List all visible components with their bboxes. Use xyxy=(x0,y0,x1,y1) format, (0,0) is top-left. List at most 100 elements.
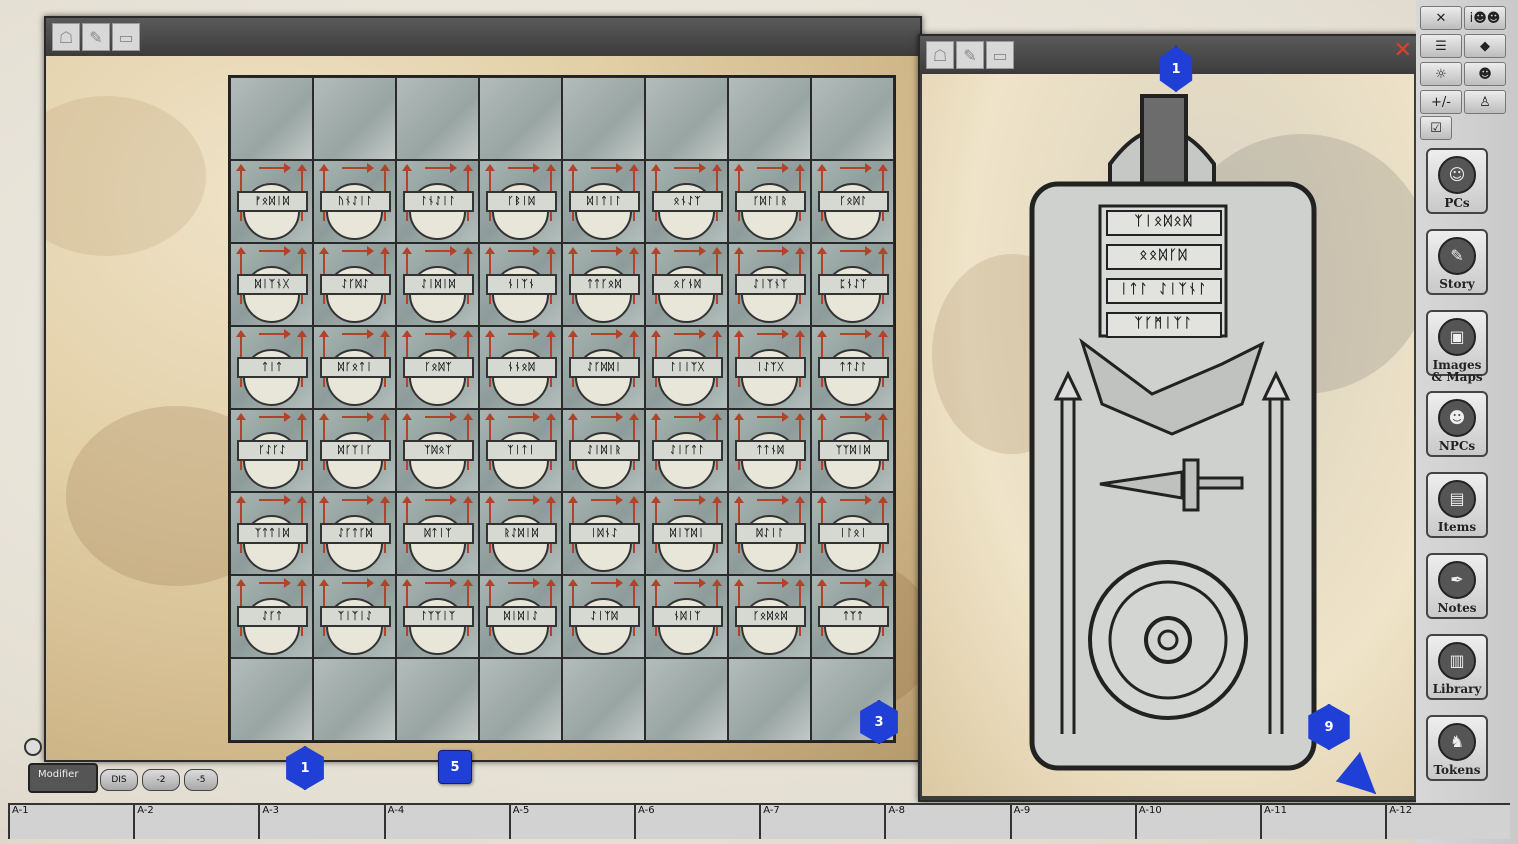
blank-tile[interactable] xyxy=(562,658,645,741)
hotkey-slot[interactable]: A-3 xyxy=(258,805,383,839)
sidebar-button-library[interactable]: ▥ Library xyxy=(1426,634,1488,700)
sidebar-button-pcs[interactable]: ☺ PCs xyxy=(1426,148,1488,214)
sidebar-button-tokens[interactable]: ♞ Tokens xyxy=(1426,715,1488,781)
sidebar-button-images-maps[interactable]: ▣ Images & Maps xyxy=(1426,310,1488,383)
rune-tile[interactable]: ᛏᛏᚴᛟᛞ xyxy=(562,243,645,326)
window-toolbar[interactable]: ☖ ✎ ▭ xyxy=(46,18,920,54)
rune-tile[interactable]: ᛚᚾᛇᛁᛚ xyxy=(396,160,479,243)
hotkey-slot[interactable]: A-5 xyxy=(508,805,634,839)
hotkey-slot[interactable]: A-6 xyxy=(634,805,759,839)
hotkey-slot[interactable]: A-11 xyxy=(1260,805,1385,839)
check-icon[interactable]: ☑ xyxy=(1420,116,1452,140)
hotkey-slot[interactable]: A-9 xyxy=(1009,805,1135,839)
eraser-icon[interactable]: ▭ xyxy=(986,41,1014,69)
rune-tile[interactable]: ᛏᛉᛏ xyxy=(811,575,894,658)
hotkey-slot[interactable]: A-10 xyxy=(1134,805,1260,839)
rune-tile[interactable]: ᛇᛁᛞᛁᛞ xyxy=(396,243,479,326)
pencil-icon[interactable]: ✎ xyxy=(956,41,984,69)
blank-tile[interactable] xyxy=(728,77,811,160)
token-icon[interactable]: ◆ xyxy=(1464,34,1506,58)
rune-tile[interactable]: ᚴᛇᚴᛇ xyxy=(230,409,313,492)
rune-tile[interactable]: ᛇᛁᛉᛞ xyxy=(562,575,645,658)
rune-tile[interactable]: ᚴᛟᛞᛚ xyxy=(811,160,894,243)
rune-tile[interactable]: ᚴᛟᛞᛉ xyxy=(396,326,479,409)
close-icon[interactable]: ✕ xyxy=(1394,38,1412,63)
list-icon[interactable]: ☰ xyxy=(1420,34,1462,58)
hotkey-slot[interactable]: A-7 xyxy=(759,805,884,839)
rune-tile[interactable]: ᛉᛞᛟᛉ xyxy=(396,409,479,492)
rune-tile[interactable]: ᛞᛇᛁᛚ xyxy=(728,492,811,575)
rune-tile[interactable]: ᛇᚴᛏ xyxy=(230,575,313,658)
blank-tile[interactable] xyxy=(645,77,728,160)
rune-tile[interactable]: ᛏᛏᚾᛞ xyxy=(728,409,811,492)
blank-tile[interactable] xyxy=(396,77,479,160)
rune-tile[interactable]: ᛇᛁᚴᛏᛚ xyxy=(645,409,728,492)
blank-tile[interactable] xyxy=(396,658,479,741)
rune-tile[interactable]: ᚱᛇᛞᛁᛞ xyxy=(479,492,562,575)
mask-icon[interactable]: ☻ xyxy=(1464,62,1506,86)
rune-tile[interactable]: ᛇᚴᛏᚴᛞ xyxy=(313,492,396,575)
hotkey-slot[interactable]: A-4 xyxy=(383,805,509,839)
rune-tile[interactable]: ᛞᛁᛉᛞᛁ xyxy=(645,492,728,575)
blank-tile[interactable] xyxy=(645,658,728,741)
party-icon[interactable]: i ☻☻ xyxy=(1464,6,1506,30)
sidebar-button-items[interactable]: ▤ Items xyxy=(1426,472,1488,538)
minus-5-button[interactable]: -5 xyxy=(184,769,218,791)
minus-2-button[interactable]: -2 xyxy=(142,769,180,791)
rune-tile[interactable]: ᛞᛁᛉᚾᚷ xyxy=(230,243,313,326)
rune-tile[interactable]: ᛞᛏᛁᛉ xyxy=(396,492,479,575)
rune-tile[interactable]: ᚢᚾᛇᛁᛚ xyxy=(313,160,396,243)
rune-tile[interactable]: ᛚᛁᛁᛉᚷ xyxy=(645,326,728,409)
blank-tile[interactable] xyxy=(230,77,313,160)
settings-icon[interactable] xyxy=(24,738,42,756)
rune-tile[interactable]: ᛏᛏᛇᛚ xyxy=(811,326,894,409)
dice-icon[interactable]: ✕ xyxy=(1420,6,1462,30)
rune-tile[interactable]: ᛚᛉᛉᛁᛉ xyxy=(396,575,479,658)
rune-tile[interactable]: ᛁᛚᛟᛁ xyxy=(811,492,894,575)
rune-tile[interactable]: ᛁᛞᚾᛇ xyxy=(562,492,645,575)
mask-icon[interactable]: ☖ xyxy=(926,41,954,69)
eraser-icon[interactable]: ▭ xyxy=(112,23,140,51)
modifier-box[interactable]: Modifier xyxy=(28,763,98,793)
rune-tile[interactable]: ᛇᛁᛞᛁᚱ xyxy=(562,409,645,492)
rune-tile[interactable]: ᚠᛟᛞᛁᛞ xyxy=(230,160,313,243)
rune-tile[interactable]: ᛟᚾᛇᛉ xyxy=(645,160,728,243)
blank-tile[interactable] xyxy=(479,77,562,160)
rune-tile[interactable]: ᛏᛁᛏ xyxy=(230,326,313,409)
sidebar-button-story[interactable]: ✎ Story xyxy=(1426,229,1488,295)
rune-tile[interactable]: ᛉᛁᛏᛁ xyxy=(479,409,562,492)
pencil-icon[interactable]: ✎ xyxy=(82,23,110,51)
blank-tile[interactable] xyxy=(811,77,894,160)
rune-tile[interactable]: ᛉᛉᛞᛁᛞ xyxy=(811,409,894,492)
hotkey-slot[interactable]: A-1 xyxy=(8,805,133,839)
rune-tile[interactable]: ᛞᛁᛏᛁᛚ xyxy=(562,160,645,243)
mask-icon[interactable]: ☖ xyxy=(52,23,80,51)
rune-tile[interactable]: ᛈᚾᛇᛉ xyxy=(811,243,894,326)
blank-tile[interactable] xyxy=(479,658,562,741)
rune-tile[interactable]: ᛇᚴᛞᛇ xyxy=(313,243,396,326)
rune-tile[interactable]: ᚴᛒᛁᛞ xyxy=(479,160,562,243)
rune-tile[interactable]: ᛞᛁᛞᛁᛇ xyxy=(479,575,562,658)
walk-icon[interactable]: ♙ xyxy=(1464,90,1506,114)
rune-tile[interactable]: ᚾᛞᛁᛉ xyxy=(645,575,728,658)
blank-tile[interactable] xyxy=(230,658,313,741)
sidebar-button-npcs[interactable]: ☻ NPCs xyxy=(1426,391,1488,457)
rune-tile[interactable]: ᛁᛇᛉᚷ xyxy=(728,326,811,409)
rune-tile[interactable]: ᛇᚴᛞᛞᛁ xyxy=(562,326,645,409)
sidebar-button-notes[interactable]: ✒ Notes xyxy=(1426,553,1488,619)
rune-tile[interactable]: ᛇᛁᛉᚾᛉ xyxy=(728,243,811,326)
rune-tile[interactable]: ᚴᛞᛚᛁᚱ xyxy=(728,160,811,243)
hotkey-slot[interactable]: A-12 xyxy=(1385,805,1510,839)
blank-tile[interactable] xyxy=(728,658,811,741)
blank-tile[interactable] xyxy=(562,77,645,160)
rune-tile[interactable]: ᚾᛁᛉᚾ xyxy=(479,243,562,326)
rune-tile[interactable]: ᛞᚴᛉᛁᚴ xyxy=(313,409,396,492)
lighting-icon[interactable]: ☼ xyxy=(1420,62,1462,86)
blank-tile[interactable] xyxy=(313,77,396,160)
rune-tile[interactable]: ᛉᛏᛏᛁᛞ xyxy=(230,492,313,575)
hotkey-slot[interactable]: A-2 xyxy=(133,805,258,839)
image-window-stele[interactable]: ☖ ✎ ▭ ✕ ᛉᛁᛟᛞᛟᛞ ᛟᛟᛞᚴᛞ ᛁᛏᛚ ᛇᛁᛉᚾᛚ ᛉᚴᛗᛁᛉᛚ xyxy=(918,34,1418,802)
rune-tile[interactable]: ᛉᛁᛉᛁᛇ xyxy=(313,575,396,658)
blank-tile[interactable] xyxy=(313,658,396,741)
rune-tile[interactable]: ᛞᚴᛟᛏᛁ xyxy=(313,326,396,409)
